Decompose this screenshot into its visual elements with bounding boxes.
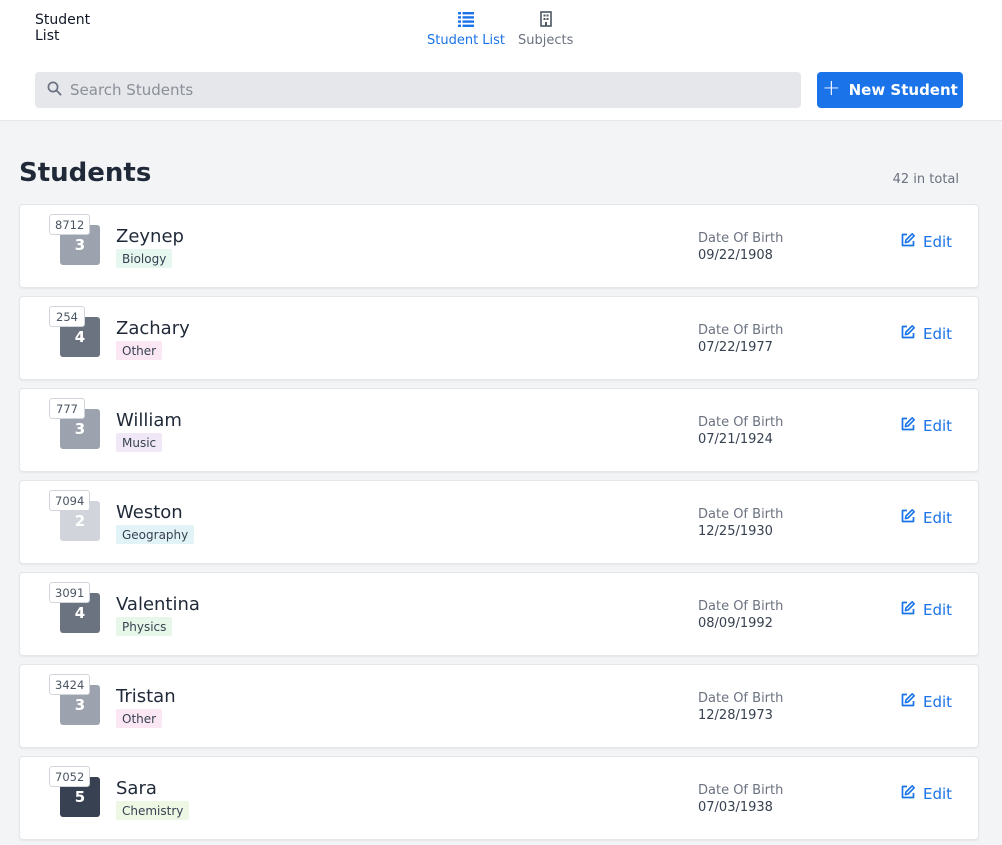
- dob-value: 09/22/1908: [698, 248, 773, 263]
- edit-label: Edit: [923, 693, 953, 711]
- student-name: William: [116, 410, 182, 431]
- subject-tag: Other: [116, 341, 163, 360]
- dob-value: 12/28/1973: [698, 708, 773, 723]
- edit-icon: [900, 600, 916, 620]
- subject-tag: Physics: [116, 617, 173, 636]
- edit-button[interactable]: Edit: [900, 232, 952, 252]
- edit-label: Edit: [923, 601, 953, 619]
- student-id-badge: 3091: [49, 582, 91, 603]
- edit-button[interactable]: Edit: [900, 692, 952, 712]
- student-card[interactable]: 3 777 William Music Date Of Birth 07/21/…: [19, 388, 979, 472]
- student-card[interactable]: 3 8712 Zeynep Biology Date Of Birth 09/2…: [19, 204, 979, 288]
- dob-value: 07/22/1977: [698, 340, 773, 355]
- new-student-button[interactable]: + New Student: [817, 72, 963, 108]
- dob-label: Date Of Birth: [698, 507, 784, 522]
- student-id-badge: 7094: [49, 490, 91, 511]
- edit-icon: [900, 416, 916, 436]
- student-name: Zachary: [116, 318, 190, 339]
- brand-line-1: Student: [35, 12, 91, 28]
- student-id-badge: 7052: [49, 766, 91, 787]
- dob-label: Date Of Birth: [698, 599, 784, 614]
- student-id-badge: 254: [49, 306, 85, 327]
- student-list: 3 8712 Zeynep Biology Date Of Birth 09/2…: [19, 204, 979, 845]
- student-name: Zeynep: [116, 226, 184, 247]
- edit-icon: [900, 692, 916, 712]
- student-name: Valentina: [116, 594, 200, 615]
- page-title: Students: [19, 158, 152, 188]
- subject-tag: Music: [116, 433, 163, 452]
- edit-icon: [900, 784, 916, 804]
- search-icon: [47, 81, 62, 100]
- total-count: 42 in total: [892, 172, 959, 187]
- edit-label: Edit: [923, 325, 953, 343]
- edit-label: Edit: [923, 785, 953, 803]
- student-name: Tristan: [116, 686, 176, 707]
- subject-tag: Biology: [116, 249, 173, 268]
- student-card[interactable]: 4 254 Zachary Other Date Of Birth 07/22/…: [19, 296, 979, 380]
- dob-label: Date Of Birth: [698, 415, 784, 430]
- student-card[interactable]: 3 3424 Tristan Other Date Of Birth 12/28…: [19, 664, 979, 748]
- edit-icon: [900, 232, 916, 252]
- dob-value: 08/09/1992: [698, 616, 773, 631]
- student-id-badge: 8712: [49, 214, 91, 235]
- edit-label: Edit: [923, 233, 953, 251]
- edit-icon: [900, 324, 916, 344]
- edit-button[interactable]: Edit: [900, 508, 952, 528]
- student-card[interactable]: 5 7052 Sara Chemistry Date Of Birth 07/0…: [19, 756, 979, 840]
- student-id-badge: 777: [49, 398, 85, 419]
- nav-label: Subjects: [518, 33, 574, 48]
- brand-line-2: List: [35, 28, 60, 44]
- dob-value: 12/25/1930: [698, 524, 773, 539]
- top-bar: Student List Student List Subjects Searc…: [0, 0, 1002, 121]
- search-bar: [35, 72, 801, 108]
- student-card[interactable]: 2 7094 Weston Geography Date Of Birth 12…: [19, 480, 979, 564]
- edit-button[interactable]: Edit: [900, 784, 952, 804]
- subject-tag: Other: [116, 709, 163, 728]
- dob-value: 07/21/1924: [698, 432, 773, 447]
- dob-label: Date Of Birth: [698, 231, 784, 246]
- dob-value: 07/03/1938: [698, 800, 773, 815]
- dob-label: Date Of Birth: [698, 323, 784, 338]
- plus-icon: +: [822, 76, 841, 101]
- edit-button[interactable]: Edit: [900, 416, 952, 436]
- dob-label: Date Of Birth: [698, 783, 784, 798]
- nav-label: Student List: [427, 33, 506, 48]
- list-icon: [457, 9, 475, 29]
- edit-button[interactable]: Edit: [900, 324, 952, 344]
- student-id-badge: 3424: [49, 674, 91, 695]
- building-icon: [537, 9, 555, 29]
- subject-tag: Geography: [116, 525, 195, 544]
- dob-label: Date Of Birth: [698, 691, 784, 706]
- edit-button[interactable]: Edit: [900, 600, 952, 620]
- search-input[interactable]: [70, 81, 770, 99]
- edit-label: Edit: [923, 417, 953, 435]
- student-name: Weston: [116, 502, 183, 523]
- app-brand[interactable]: Student List: [35, 12, 90, 44]
- subject-tag: Chemistry: [116, 801, 190, 820]
- edit-icon: [900, 508, 916, 528]
- student-name: Sara: [116, 778, 157, 799]
- new-student-label: New Student: [848, 81, 958, 99]
- nav-subjects[interactable]: Subjects: [518, 9, 573, 48]
- nav-student-list[interactable]: Student List: [427, 9, 505, 48]
- student-card[interactable]: 4 3091 Valentina Physics Date Of Birth 0…: [19, 572, 979, 656]
- edit-label: Edit: [923, 509, 953, 527]
